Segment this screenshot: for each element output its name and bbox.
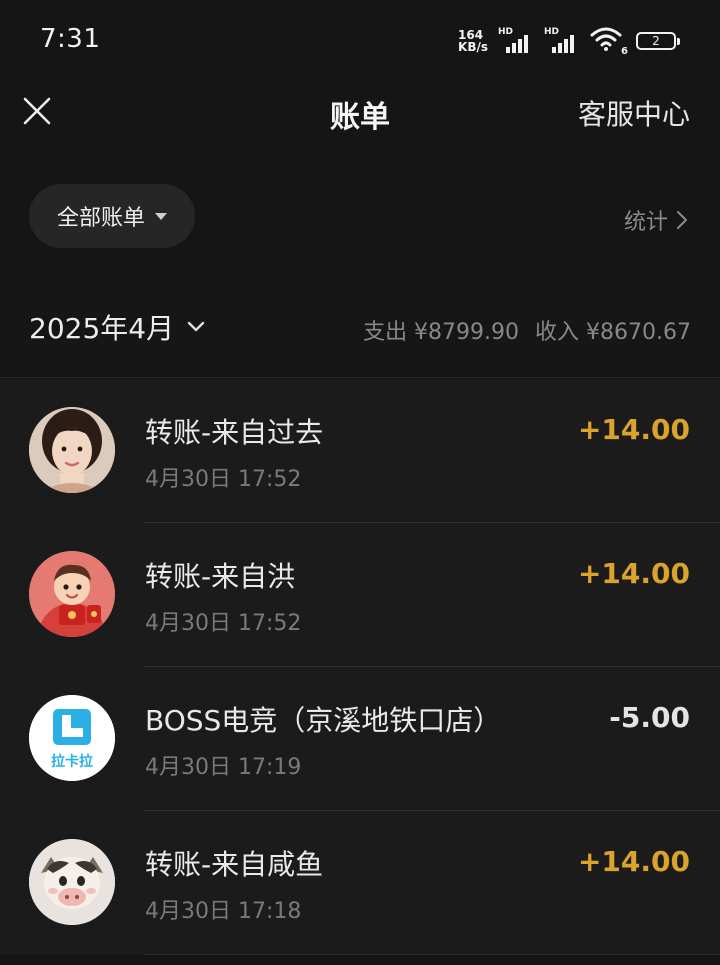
transaction-time: 4月30日 17:18 [145,899,302,924]
transaction-title: 转账-来自咸鱼 [145,848,324,881]
month-picker[interactable]: 2025年4月 [29,307,206,347]
transaction-time: 4月30日 17:52 [145,467,302,492]
transaction-title: 转账-来自洪 [145,560,296,593]
header: 账单 客服中心 [0,80,720,144]
filter-label: 全部账单 [56,206,145,231]
transaction-title: 转账-来自过去 [145,416,324,449]
caret-down-icon [155,212,167,220]
transaction-amount: +14.00 [577,413,690,446]
speed-unit: KB/s [458,40,488,54]
avatar [29,839,115,925]
chevron-down-icon [187,321,205,332]
girl-portrait-icon [29,407,115,493]
transaction-row[interactable]: 转账-来自咸鱼 4月30日 17:18 +14.00 [0,811,720,955]
status-time: 7:31 [40,24,101,54]
bill-filter-dropdown[interactable]: 全部账单 [29,184,195,248]
lakala-logo-text: 拉卡拉 [51,754,93,770]
income-total: 收入 ¥8670.67 [535,320,691,345]
statistics-link[interactable]: 统计 [624,204,688,236]
battery-icon: 2 [636,32,680,50]
transaction-amount: +14.00 [577,845,690,878]
transaction-title: BOSS电竞（京溪地铁口店） [145,704,502,737]
avatar: 拉卡拉 [29,695,115,781]
cartoon-cow-icon [29,839,115,925]
transaction-row[interactable]: 转账-来自过去 4月30日 17:52 +14.00 [0,379,720,523]
status-icons: 164 KB/s HD HD 6 2 [458,26,680,57]
signal-icon: HD [544,27,580,55]
month-summary: 2025年4月 支出 ¥8799.90 收入 ¥8670.67 [0,280,720,378]
transaction-time: 4月30日 17:19 [145,755,302,780]
transaction-list: 转账-来自过去 4月30日 17:52 +14.00 转账-来自洪 4月30日 … [0,379,720,955]
transaction-amount: +14.00 [577,557,690,590]
status-bar: 7:31 164 KB/s HD HD 6 2 [0,0,720,80]
transaction-row[interactable]: 拉卡拉 BOSS电竞（京溪地铁口店） 4月30日 17:19 -5.00 [0,667,720,811]
network-speed: 164 KB/s [458,29,488,53]
wifi-sub-label: 6 [621,46,628,57]
avatar [29,407,115,493]
cartoon-red-envelope-icon [29,551,115,637]
filter-row: 全部账单 统计 [0,168,720,264]
month-label: 2025年4月 [29,312,175,345]
statistics-label: 统计 [623,210,668,235]
transaction-time: 4月30日 17:52 [145,611,302,636]
transaction-row[interactable]: 转账-来自洪 4月30日 17:52 +14.00 [0,523,720,667]
battery-level: 2 [652,34,660,48]
chevron-right-icon [677,211,687,229]
month-totals: 支出 ¥8799.90 收入 ¥8670.67 [363,314,691,346]
transaction-amount: -5.00 [609,701,690,734]
avatar [29,551,115,637]
signal-icon: HD [498,27,534,55]
wifi-icon: 6 [590,27,628,57]
customer-service-link[interactable]: 客服中心 [578,93,690,133]
expense-total: 支出 ¥8799.90 [363,320,520,345]
